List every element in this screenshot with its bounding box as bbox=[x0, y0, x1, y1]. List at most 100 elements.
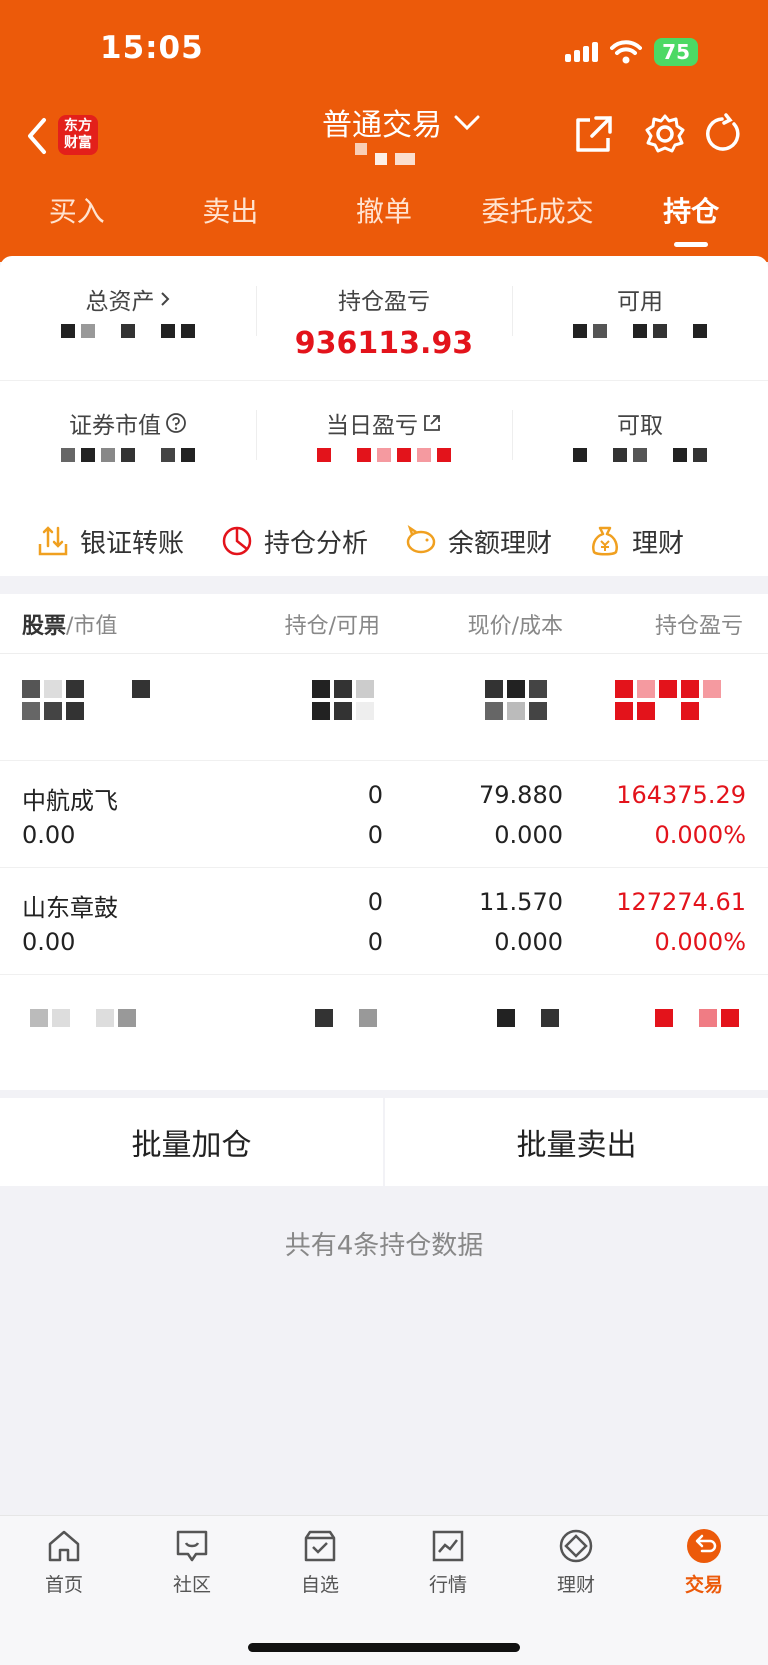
market-value-label: 证券市值 bbox=[69, 413, 161, 439]
available-funds: 可用 bbox=[512, 256, 768, 380]
stock-name: 山东章鼓 bbox=[22, 894, 118, 922]
position-pnl-percent: 0.000% bbox=[654, 821, 746, 849]
home-indicator bbox=[248, 1643, 520, 1652]
position-qty: 0 bbox=[367, 888, 383, 916]
account-switcher[interactable]: 普通交易 bbox=[322, 100, 482, 144]
tab-sell[interactable]: 卖出 bbox=[154, 190, 308, 246]
app-header: 15:05 75 东方 财富 普通交易 买入 卖出 撤单 委托成交 持仓 bbox=[0, 0, 768, 262]
account-number-masked bbox=[355, 143, 435, 173]
position-pnl-percent: 0.000% bbox=[654, 928, 746, 956]
quick-position-analysis-label: 持仓分析 bbox=[264, 528, 369, 559]
col-stock: 股票 bbox=[22, 613, 67, 639]
batch-add-button[interactable]: 批量加仓 bbox=[0, 1098, 383, 1186]
battery-icon: 75 bbox=[654, 38, 698, 66]
table-row-masked[interactable] bbox=[0, 975, 768, 1082]
daily-pnl[interactable]: 当日盈亏 bbox=[256, 380, 512, 504]
position-pnl-amount: 127274.61 bbox=[616, 888, 746, 916]
total-assets-value-masked bbox=[0, 316, 256, 338]
tab-buy[interactable]: 买入 bbox=[0, 190, 154, 246]
settings-icon[interactable] bbox=[643, 112, 687, 156]
nav-home[interactable]: 首页 bbox=[0, 1516, 128, 1665]
status-time: 15:05 bbox=[100, 30, 204, 66]
page-title: 普通交易 bbox=[322, 108, 442, 143]
current-price: 11.570 bbox=[479, 888, 563, 916]
nav-home-label: 首页 bbox=[44, 1574, 83, 1596]
masked-price bbox=[485, 680, 565, 720]
quick-balance-wealth[interactable]: 余额理财 bbox=[404, 523, 552, 560]
position-count-note: 共有4条持仓数据 bbox=[284, 1231, 484, 1261]
available-value-masked bbox=[512, 316, 768, 338]
wealth-icon bbox=[559, 1529, 593, 1563]
quick-wealth-label: 理财 bbox=[632, 528, 685, 559]
col-position: 持仓/可用 bbox=[284, 613, 380, 639]
position-pnl-label: 持仓盈亏 bbox=[338, 289, 430, 315]
share-icon[interactable] bbox=[572, 112, 616, 156]
external-link-icon bbox=[424, 415, 440, 431]
masked-price bbox=[497, 1009, 567, 1027]
home-icon bbox=[48, 1530, 80, 1562]
nav-watchlist-label: 自选 bbox=[300, 1574, 339, 1596]
nav-market-label: 行情 bbox=[428, 1574, 467, 1596]
market-value-masked bbox=[0, 440, 256, 462]
position-pnl-value: 936113.93 bbox=[294, 326, 474, 361]
nav-wealth[interactable]: 理财 bbox=[512, 1516, 640, 1665]
position-qty: 0 bbox=[367, 781, 383, 809]
tab-cancel[interactable]: 撤单 bbox=[307, 190, 461, 246]
chevron-down-icon bbox=[454, 115, 480, 131]
withdrawable-masked bbox=[512, 440, 768, 462]
nav-community[interactable]: 社区 bbox=[128, 1516, 256, 1665]
quick-position-analysis[interactable]: 持仓分析 bbox=[220, 523, 368, 560]
masked-stock-info bbox=[30, 1009, 140, 1027]
masked-position bbox=[315, 1009, 385, 1027]
batch-sell-button[interactable]: 批量卖出 bbox=[385, 1098, 768, 1186]
current-price: 79.880 bbox=[479, 781, 563, 809]
cost-price: 0.000 bbox=[494, 928, 563, 956]
trade-icon bbox=[687, 1529, 721, 1563]
daily-pnl-masked bbox=[256, 440, 512, 462]
piggy-bank-icon bbox=[406, 524, 436, 554]
col-price: 现价/成本 bbox=[467, 613, 563, 639]
quick-bank-transfer-label: 银证转账 bbox=[80, 528, 185, 559]
batch-actions: 批量加仓 批量卖出 bbox=[0, 1098, 768, 1186]
masked-position bbox=[312, 680, 382, 720]
back-icon[interactable] bbox=[18, 112, 58, 160]
table-row[interactable]: 山东章鼓 0.00 0 0 11.570 0.000 127274.61 0.0… bbox=[0, 868, 768, 975]
nav-wealth-label: 理财 bbox=[556, 1574, 595, 1596]
community-icon bbox=[176, 1530, 208, 1562]
available-qty: 0 bbox=[367, 928, 383, 956]
position-pnl-amount: 164375.29 bbox=[616, 781, 746, 809]
summary-row-1: 总资产 持仓盈亏 936113.93 可用 bbox=[0, 256, 768, 380]
stock-name: 中航成飞 bbox=[22, 787, 118, 815]
status-bar-icons: 75 bbox=[565, 38, 698, 66]
table-row[interactable]: 中航成飞 0.00 0 0 79.880 0.000 164375.29 0.0… bbox=[0, 761, 768, 868]
quick-balance-wealth-label: 余额理财 bbox=[448, 528, 553, 559]
daily-pnl-label: 当日盈亏 bbox=[326, 413, 418, 439]
withdrawable-label: 可取 bbox=[617, 413, 663, 439]
refresh-icon[interactable] bbox=[700, 112, 744, 156]
nav-trade[interactable]: 交易 bbox=[640, 1516, 768, 1665]
position-pnl: 持仓盈亏 936113.93 bbox=[256, 256, 512, 380]
quick-wealth[interactable]: 理财 bbox=[588, 523, 684, 560]
withdrawable: 可取 bbox=[512, 380, 768, 504]
table-row-masked[interactable] bbox=[0, 654, 768, 761]
chevron-right-icon bbox=[160, 292, 169, 306]
trade-tabs: 买入 卖出 撤单 委托成交 持仓 bbox=[0, 190, 768, 247]
quick-actions: 银证转账 持仓分析 余额理财 理财 bbox=[0, 506, 768, 576]
total-assets[interactable]: 总资产 bbox=[0, 256, 256, 380]
nav-trade-label: 交易 bbox=[684, 1574, 723, 1596]
tab-orders[interactable]: 委托成交 bbox=[461, 190, 615, 246]
quick-bank-transfer[interactable]: 银证转账 bbox=[36, 523, 184, 560]
watchlist-icon bbox=[304, 1530, 336, 1562]
wifi-icon bbox=[610, 40, 643, 64]
brand-logo: 东方 财富 bbox=[58, 115, 98, 155]
market-value: 0.00 bbox=[22, 928, 76, 956]
brand-logo-text: 东方 财富 bbox=[64, 118, 92, 151]
pie-chart-icon bbox=[222, 526, 252, 556]
money-bag-icon bbox=[592, 526, 618, 556]
help-icon[interactable] bbox=[165, 412, 187, 434]
tab-positions[interactable]: 持仓 bbox=[614, 190, 768, 247]
col-market-value: /市值 bbox=[66, 613, 118, 639]
masked-pnl bbox=[615, 680, 745, 720]
account-summary-card: 总资产 持仓盈亏 936113.93 可用 证券市值 当日盈亏 可取 银证转账 … bbox=[0, 256, 768, 576]
market-chart-icon bbox=[432, 1530, 464, 1562]
